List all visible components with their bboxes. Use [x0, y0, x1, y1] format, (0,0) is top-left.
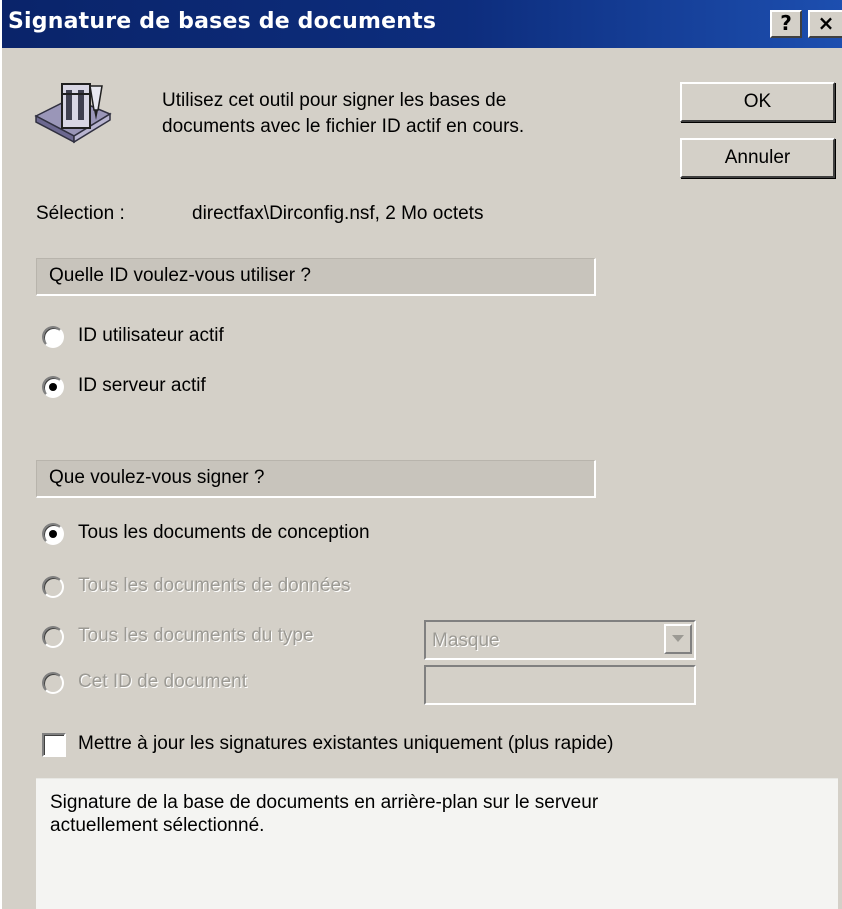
radio-docs-of-type[interactable] [42, 626, 64, 648]
info-line-1: Signature de la base de documents en arr… [50, 792, 599, 813]
radio-all-design-docs-label[interactable]: Tous les documents de conception [78, 522, 370, 544]
type-dropdown-value: Masque [432, 630, 500, 651]
cancel-button[interactable]: Annuler [680, 138, 835, 178]
selection-value: directfax\Dirconfig.nsf, 2 Mo octets [192, 203, 484, 224]
radio-all-data-docs-label[interactable]: Tous les documents de données [78, 575, 351, 597]
radio-all-design-docs[interactable] [42, 523, 64, 545]
radio-doc-id-label[interactable]: Cet ID de document [78, 671, 247, 693]
description-line-2: documents avec le fichier ID actif en co… [162, 116, 525, 137]
update-signatures-checkbox[interactable] [42, 733, 66, 757]
radio-selected-dot [49, 383, 57, 391]
close-icon: × [817, 11, 835, 35]
chevron-down-icon [672, 635, 684, 642]
ok-button[interactable]: OK [680, 82, 835, 122]
type-dropdown[interactable]: Masque [424, 620, 696, 660]
radio-user-id-label[interactable]: ID utilisateur actif [78, 325, 224, 347]
update-signatures-label[interactable]: Mettre à jour les signatures existantes … [78, 733, 613, 755]
close-button[interactable]: × [808, 10, 842, 38]
sign-section-header: Que voulez-vous signer ? [36, 460, 596, 498]
radio-server-id[interactable] [42, 376, 64, 398]
dialog-window: Signature de bases de documents ? × Util… [0, 0, 842, 909]
help-button[interactable]: ? [770, 10, 802, 38]
radio-user-id[interactable] [42, 326, 64, 348]
info-line-2: actuellement sélectionné. [50, 815, 265, 836]
id-section-header: Quelle ID voulez-vous utiliser ? [36, 258, 596, 296]
dropdown-arrow-button[interactable] [664, 624, 692, 654]
sign-database-tool-icon [32, 80, 114, 149]
radio-selected-dot [49, 530, 57, 538]
title-bar[interactable]: Signature de bases de documents ? × [2, 0, 842, 48]
window-title: Signature de bases de documents [8, 9, 437, 34]
selection-label: Sélection : [36, 203, 125, 224]
radio-all-data-docs[interactable] [42, 576, 64, 598]
radio-doc-id[interactable] [42, 672, 64, 694]
radio-docs-of-type-label[interactable]: Tous les documents du type [78, 625, 314, 647]
help-icon: ? [780, 11, 792, 35]
radio-server-id-label[interactable]: ID serveur actif [78, 375, 206, 397]
doc-id-field[interactable] [424, 665, 696, 705]
description-line-1: Utilisez cet outil pour signer les bases… [162, 90, 507, 111]
info-box: Signature de la base de documents en arr… [36, 778, 838, 909]
